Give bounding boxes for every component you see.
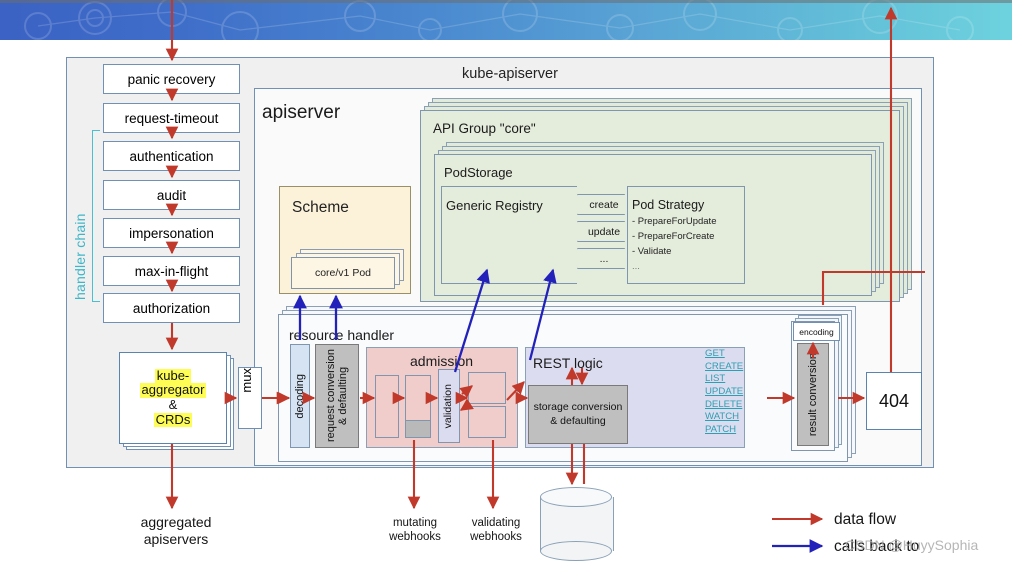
verb-delete[interactable]: DELETE (705, 399, 767, 412)
chevron-label: create (589, 198, 619, 211)
handler-max-in-flight[interactable]: max-in-flight (103, 256, 240, 286)
etcd-cylinder-top (540, 487, 612, 507)
mutating-webhooks-label: mutating webhooks (389, 517, 441, 544)
apiserver-title: apiserver (262, 102, 341, 123)
verb-watch[interactable]: WATCH (705, 411, 767, 424)
mux-box[interactable]: mux (238, 367, 262, 429)
chevron-more[interactable]: ... (577, 248, 631, 269)
scheme-card-label: core/v1 Pod (314, 267, 372, 279)
admission-plugin-3[interactable] (468, 372, 506, 404)
aggregator-line-3: & (168, 397, 178, 412)
handler-label: max-in-flight (134, 263, 209, 279)
decoding-label: decoding (293, 373, 306, 419)
chevron-label: update (587, 225, 621, 238)
handler-authentication[interactable]: authentication (103, 141, 240, 171)
verb-update[interactable]: UPDATE (705, 386, 767, 399)
aggregator-text: kube- aggregator & CRDs (120, 353, 226, 443)
not-found-label: 404 (878, 390, 910, 411)
admission-plugin-4[interactable] (468, 406, 506, 438)
not-found-box[interactable]: 404 (866, 372, 922, 430)
decoding-box[interactable]: decoding (290, 344, 310, 448)
legend-data-flow-label: data flow (834, 511, 897, 528)
encoding-label: encoding (799, 326, 834, 337)
handler-label: audit (156, 187, 187, 203)
pod-storage-title: PodStorage (444, 165, 513, 180)
handler-label: impersonation (129, 225, 214, 241)
etcd-cylinder-bottom (540, 541, 612, 561)
resource-handler-title: resource handler (289, 327, 395, 343)
validating-webhooks-label: validating webhooks (470, 517, 522, 544)
watermark: CSDN @HuyySophia (845, 537, 979, 553)
handler-panic-recovery[interactable]: panic recovery (103, 64, 240, 94)
chevron-create[interactable]: create (577, 194, 631, 215)
api-group-title: API Group "core" (433, 121, 536, 136)
result-conversion-inner[interactable]: result conversion (797, 343, 829, 446)
verb-list[interactable]: LIST (705, 373, 767, 386)
handler-authorization[interactable]: authorization (103, 293, 240, 323)
chevron-update[interactable]: update (577, 221, 631, 242)
storage-conversion-box[interactable]: storage conversion & defaulting (528, 385, 628, 444)
verb-get[interactable]: GET (705, 348, 767, 361)
verb-patch[interactable]: PATCH (705, 424, 767, 437)
aggregator-line-2: aggregator (139, 382, 207, 398)
result-conversion-label: result conversion (806, 352, 819, 437)
request-conversion-label: request conversion & defaulting (324, 349, 349, 443)
handler-chain-bracket (92, 130, 100, 302)
scheme-card-front[interactable]: core/v1 Pod (291, 257, 395, 289)
handler-request-timeout[interactable]: request-timeout (103, 103, 240, 133)
page-title: kube-apiserver (462, 66, 558, 82)
handler-label: request-timeout (124, 110, 219, 126)
banner-top-rule (0, 0, 1012, 3)
pod-strategy-item-0: - PrepareForUpdate (632, 216, 717, 227)
handler-label: panic recovery (127, 71, 216, 87)
handler-audit[interactable]: audit (103, 180, 240, 210)
mux-label: mux (239, 368, 254, 393)
top-banner (0, 0, 1012, 40)
handler-label: authentication (129, 148, 214, 164)
scheme-title: Scheme (292, 199, 349, 216)
verb-create[interactable]: CREATE (705, 361, 767, 374)
aggregated-apiservers-label: aggregated apiservers (140, 514, 212, 547)
encoding-box[interactable]: encoding (793, 322, 840, 341)
kube-aggregator-box[interactable]: kube- aggregator & CRDs (119, 352, 227, 444)
aggregator-line-1: kube- (154, 367, 192, 384)
admission-plugin-2-footer (406, 420, 430, 437)
admission-title: admission (410, 353, 474, 369)
diagram-canvas: kube-apiserver apiserver handler chain p… (0, 0, 1012, 569)
generic-registry-title: Generic Registry (446, 198, 543, 213)
admission-plugin-1[interactable] (375, 375, 399, 438)
aggregator-line-4: CRDs (153, 411, 193, 428)
rest-verbs-list: GET CREATE LIST UPDATE DELETE WATCH PATC… (705, 348, 767, 437)
storage-conversion-label: storage conversion & defaulting (533, 401, 623, 427)
chevron-label: ... (599, 252, 609, 265)
rest-logic-title: REST logic (533, 355, 603, 371)
validation-label: validation (442, 383, 455, 429)
handler-chain-label: handler chain (72, 213, 88, 300)
handler-label: authorization (132, 300, 211, 316)
pod-strategy-item-2: - Validate (632, 246, 672, 257)
handler-impersonation[interactable]: impersonation (103, 218, 240, 248)
admission-validation-box[interactable]: validation (438, 369, 460, 443)
banner-decoration (24, 0, 974, 40)
request-conversion-box[interactable]: request conversion & defaulting (315, 344, 359, 448)
pod-strategy-item-1: - PrepareForCreate (632, 231, 715, 242)
pod-strategy-item-3: ... (632, 261, 640, 272)
pod-strategy-title: Pod Strategy (632, 198, 705, 212)
admission-plugin-2[interactable] (405, 375, 431, 438)
